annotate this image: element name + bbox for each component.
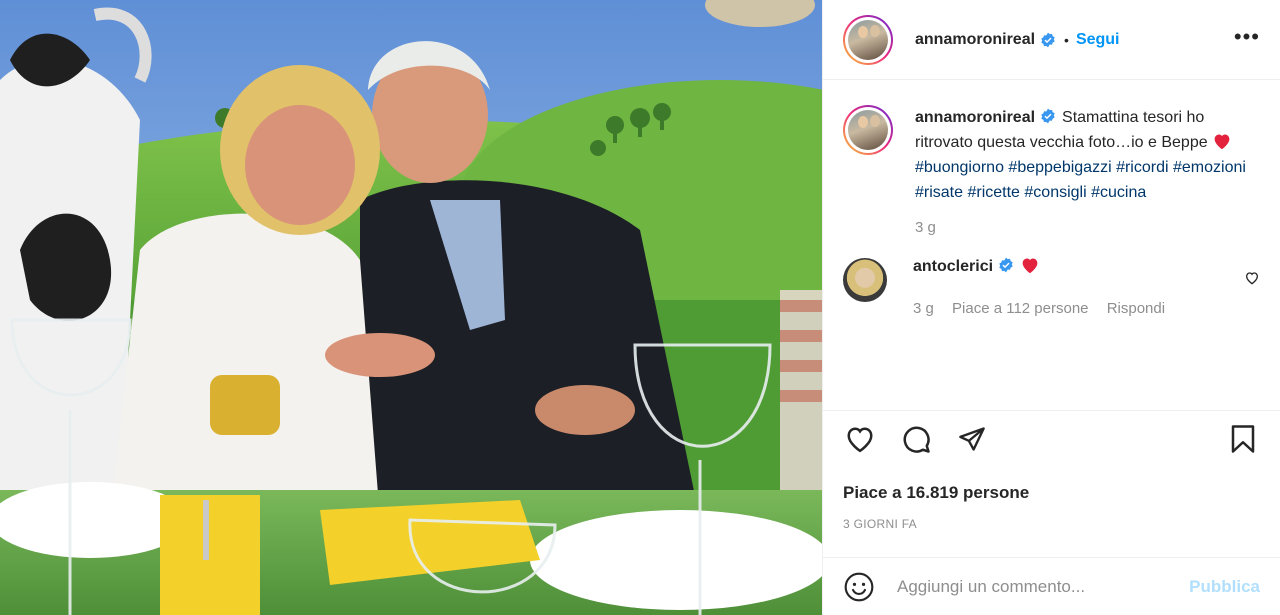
comment-reply-button[interactable]: Rispondi: [1107, 300, 1165, 317]
avatar-image: [848, 19, 888, 60]
post-side-panel: annamoronireal • Segui ••• annamoronirea…: [822, 0, 1280, 615]
post-photo-image: [0, 0, 822, 615]
comment-like-heart-icon[interactable]: [1244, 270, 1260, 286]
more-options-icon[interactable]: •••: [1234, 25, 1260, 48]
action-icons: [843, 419, 1260, 459]
comment-body: antoclerici: [913, 256, 1179, 278]
hashtag-link[interactable]: #ricette: [967, 184, 1019, 201]
bookmark-icon: [1231, 425, 1255, 453]
follow-button[interactable]: Segui: [1076, 31, 1120, 49]
avatar-ring-inner: [845, 107, 891, 153]
share-icon: [959, 427, 985, 451]
caption: annamoronireal Stamattina tesori ho ritr…: [843, 105, 1260, 205]
hashtag-link[interactable]: #ricordi: [1116, 159, 1168, 176]
post-timestamp[interactable]: 3 GIORNI FA: [843, 517, 1260, 531]
comment-item: antoclerici 3 g Piace a 112 persone Risp…: [843, 256, 1260, 317]
caption-meta: 3 g: [915, 219, 1260, 236]
save-button[interactable]: [1226, 422, 1260, 456]
comment-icon: [903, 426, 930, 453]
post-photo[interactable]: [0, 0, 822, 615]
author-avatar[interactable]: [843, 14, 893, 65]
comments-list: annamoronireal Stamattina tesori ho ritr…: [823, 81, 1280, 401]
red-heart-emoji-icon: [1022, 258, 1038, 274]
post-actions: Piace a 16.819 persone 3 GIORNI FA: [823, 410, 1280, 531]
emoji-icon[interactable]: [843, 571, 875, 603]
hashtag-link[interactable]: #cucina: [1091, 184, 1146, 201]
verified-badge-icon: [1041, 32, 1055, 47]
verified-badge-icon: [1041, 108, 1055, 124]
comment-likes[interactable]: Piace a 112 persone: [952, 300, 1089, 317]
hashtag-link[interactable]: #buongiorno: [915, 159, 1004, 176]
avatar-ring-inner: [845, 16, 891, 63]
like-button[interactable]: [843, 422, 877, 456]
author-username[interactable]: annamoronireal: [915, 31, 1035, 49]
comment-content: antoclerici 3 g Piace a 112 persone Risp…: [913, 256, 1179, 317]
post-header: annamoronireal • Segui •••: [823, 0, 1280, 80]
caption-username[interactable]: annamoronireal: [915, 109, 1035, 126]
caption-age[interactable]: 3 g: [915, 219, 936, 236]
comment-button[interactable]: [899, 422, 933, 456]
commenter-avatar[interactable]: [843, 258, 887, 302]
hashtag-link[interactable]: #emozioni: [1173, 159, 1246, 176]
heart-icon: [847, 427, 873, 453]
comment-username[interactable]: antoclerici: [913, 258, 993, 275]
verified-badge-icon: [999, 257, 1013, 273]
avatar-image: [848, 110, 888, 150]
hashtag-link[interactable]: #risate: [915, 184, 963, 201]
comment-input[interactable]: [897, 576, 1190, 597]
share-button[interactable]: [955, 422, 989, 456]
hashtag-link[interactable]: #consigli: [1024, 184, 1086, 201]
publish-button[interactable]: Pubblica: [1189, 577, 1260, 597]
add-comment-bar: Pubblica: [823, 557, 1280, 615]
red-heart-emoji-icon: [1214, 134, 1230, 150]
caption-author-avatar[interactable]: [843, 105, 893, 155]
header-separator: •: [1064, 31, 1069, 48]
comment-age[interactable]: 3 g: [913, 300, 934, 317]
hashtag-link[interactable]: #beppebigazzi: [1008, 159, 1111, 176]
comment-meta: 3 g Piace a 112 persone Rispondi: [913, 300, 1179, 317]
instagram-post: annamoronireal • Segui ••• annamoronirea…: [0, 0, 1280, 615]
post-likes-count[interactable]: Piace a 16.819 persone: [843, 483, 1260, 503]
caption-text: annamoronireal Stamattina tesori ho ritr…: [915, 105, 1260, 205]
